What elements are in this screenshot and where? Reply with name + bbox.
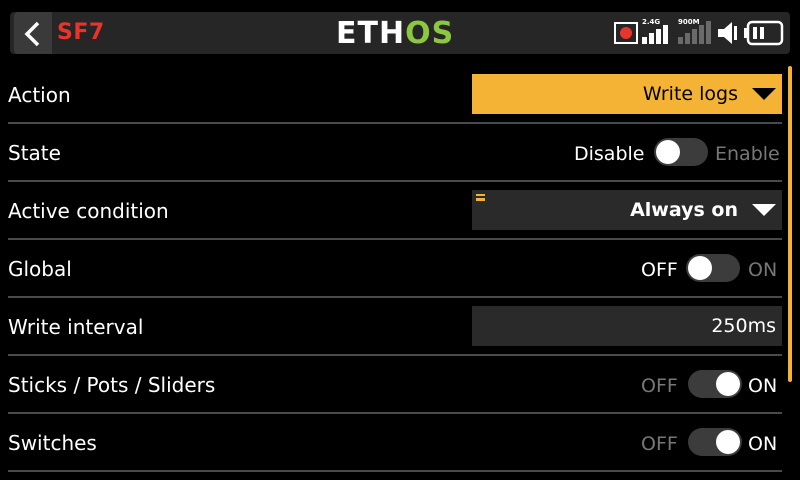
write-interval-value: 250ms (711, 315, 776, 337)
action-value: Write logs (642, 83, 738, 105)
page-id: SF7 (57, 20, 105, 45)
settings-list: Action Write logs State Disable Enable A… (0, 66, 800, 480)
header-bar: SF7 ETHOS 2.4G 900M (0, 0, 800, 64)
sticks-pots-sliders-toggle[interactable] (688, 370, 742, 398)
toggle-knob (688, 256, 712, 280)
sticks-pots-sliders-label: Sticks / Pots / Sliders (8, 373, 216, 397)
ethos-logo: ETHOS (336, 16, 455, 51)
list-marker-icon (476, 194, 485, 201)
row-global: Global OFF ON (0, 240, 784, 298)
back-button[interactable] (14, 12, 52, 54)
chevron-left-icon (24, 21, 40, 47)
state-label: State (8, 141, 61, 165)
switches-toggle[interactable] (688, 428, 742, 456)
scrollbar[interactable] (788, 66, 792, 382)
write-interval-field[interactable]: 250ms (472, 306, 782, 346)
active-condition-value: Always on (630, 199, 738, 221)
row-write-interval: Write interval 250ms (0, 298, 784, 356)
caret-down-icon (752, 88, 776, 100)
switches-label: Switches (8, 431, 97, 455)
action-dropdown[interactable]: Write logs (472, 74, 782, 114)
toggle-knob (716, 372, 740, 396)
row-state: State Disable Enable (0, 124, 784, 182)
sticks-off-text: OFF (641, 375, 678, 397)
row-active-condition: Active condition Always on (0, 182, 784, 240)
global-toggle[interactable] (686, 254, 740, 282)
row-sticks-pots-sliders: Sticks / Pots / Sliders OFF ON (0, 356, 784, 414)
write-interval-label: Write interval (8, 315, 144, 339)
switches-on-text: ON (748, 433, 778, 455)
global-on-text: ON (748, 259, 778, 281)
battery-icon (744, 20, 784, 46)
rf-24-signal-icon (642, 25, 668, 44)
state-off-text: Disable (574, 143, 645, 165)
global-off-text: OFF (641, 259, 678, 281)
sticks-on-text: ON (748, 375, 778, 397)
state-toggle[interactable] (654, 138, 708, 166)
row-switches: Switches OFF ON (0, 414, 784, 472)
caret-down-icon (752, 204, 776, 216)
toggle-knob (716, 430, 740, 454)
toggle-knob (656, 140, 680, 164)
rf-900-signal-icon (678, 21, 711, 44)
switches-off-text: OFF (641, 433, 678, 455)
state-on-text: Enable (715, 143, 780, 165)
action-label: Action (8, 83, 71, 107)
speaker-icon (718, 22, 737, 44)
record-icon (614, 22, 638, 44)
global-label: Global (8, 257, 72, 281)
active-condition-dropdown[interactable]: Always on (472, 190, 782, 230)
row-action: Action Write logs (0, 66, 784, 124)
active-condition-label: Active condition (8, 199, 169, 223)
divider (8, 470, 782, 472)
